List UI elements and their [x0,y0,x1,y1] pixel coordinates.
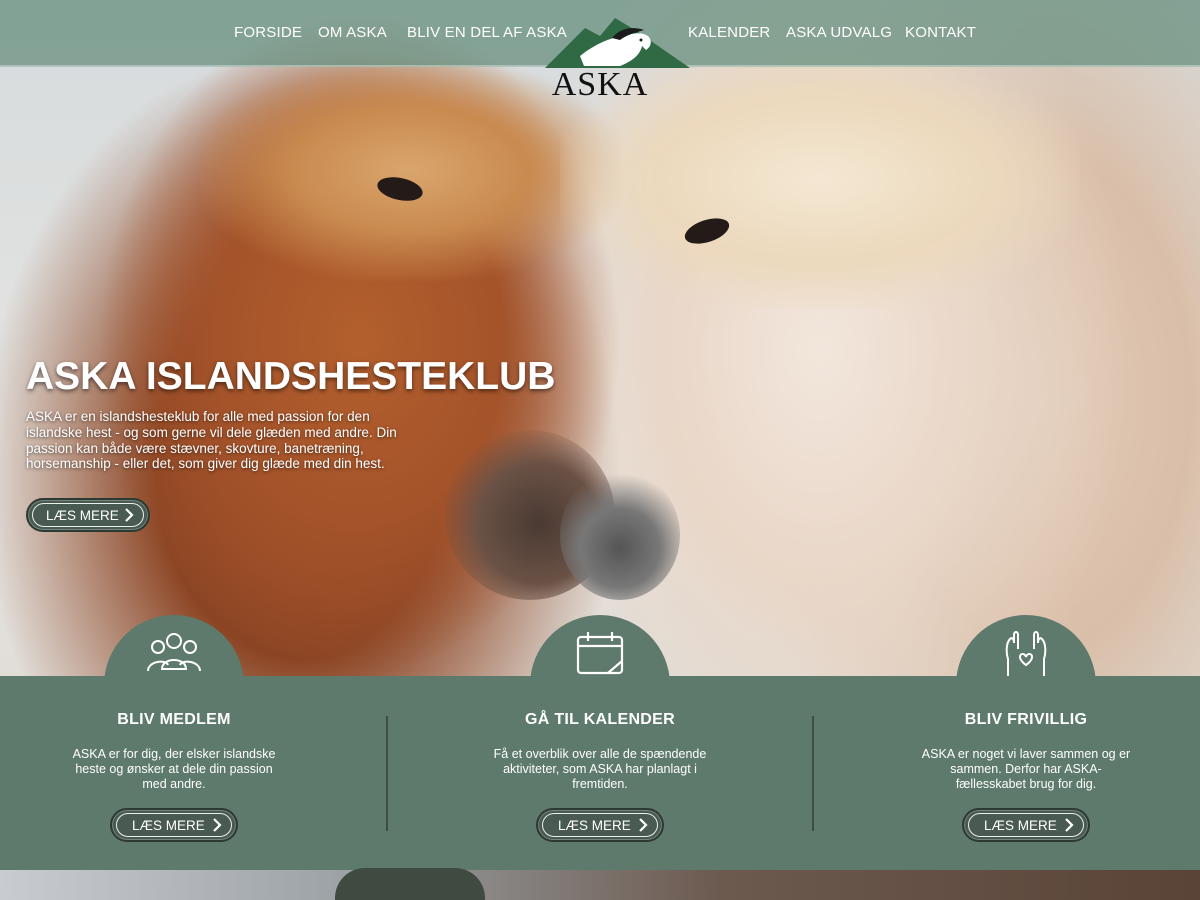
chevron-right-icon [125,508,134,522]
card-divider [812,716,814,831]
aska-logo[interactable]: ASKA [540,16,690,103]
calendar-icon [576,632,624,675]
nav-link-kontakt[interactable]: KONTAKT [905,24,976,41]
card-text-bliv-medlem: ASKA er for dig, der elsker islandske he… [72,747,276,791]
button-label: LÆS MERE [132,818,205,833]
nav-link-kalender[interactable]: KALENDER [688,24,770,41]
hero-description: ASKA er en islandshesteklub for alle med… [26,409,397,472]
hero-read-more-button[interactable]: LÆS MERE [26,498,150,532]
card-divider [386,716,388,831]
card-title-bliv-medlem: BLIV MEDLEM [117,711,231,728]
group-icon [147,633,201,672]
nav-link-aska-udvalg[interactable]: ASKA UDVALG [786,24,892,41]
frivillig-read-more-button[interactable]: LÆS MERE [962,808,1090,842]
volunteer-hands-icon [1005,631,1047,677]
card-title-kalender: GÅ TIL KALENDER [525,711,675,728]
card-text-frivillig: ASKA er noget vi laver sammen og er samm… [921,747,1131,791]
chevron-right-icon [639,818,648,832]
next-section-peek [335,868,485,900]
hero-title: ASKA ISLANDSHESTEKLUB [26,355,556,398]
logo-text: ASKA [551,66,649,103]
bliv-medlem-read-more-button[interactable]: LÆS MERE [110,808,238,842]
card-text-kalender: Få et overblik over alle de spændende ak… [493,747,707,791]
button-label: LÆS MERE [46,508,119,523]
nav-link-om-aska[interactable]: OM ASKA [318,24,387,41]
button-label: LÆS MERE [984,818,1057,833]
chevron-right-icon [213,818,222,832]
chevron-right-icon [1065,818,1074,832]
nav-link-forside[interactable]: FORSIDE [234,24,302,41]
card-title-frivillig: BLIV FRIVILLIG [964,711,1088,728]
button-label: LÆS MERE [558,818,631,833]
kalender-read-more-button[interactable]: LÆS MERE [536,808,664,842]
horse-muzzle-white [560,470,680,600]
